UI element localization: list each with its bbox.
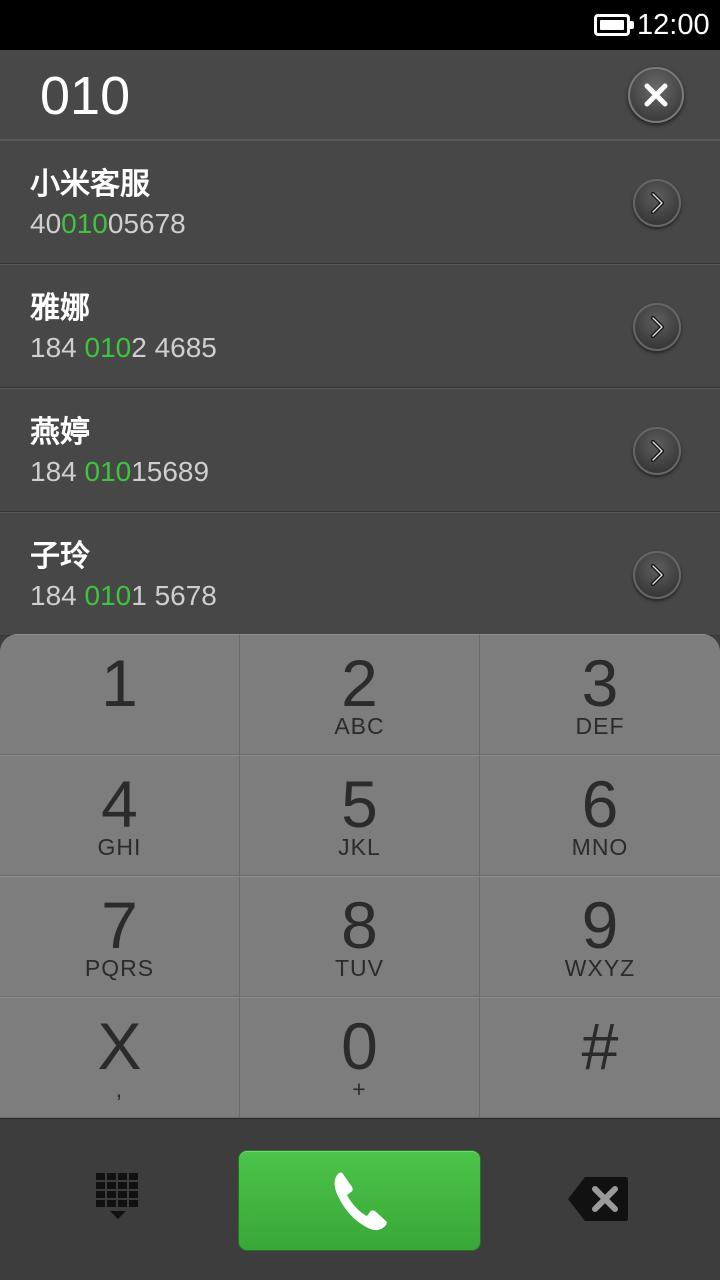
dial-input-bar: 010 — [0, 50, 720, 140]
key-3[interactable]: 3 DEF — [480, 634, 720, 755]
key-2[interactable]: 2 ABC — [240, 634, 480, 755]
call-button[interactable] — [238, 1150, 481, 1251]
status-time: 12:00 — [637, 9, 710, 41]
matched-digits: 010 — [84, 332, 132, 363]
key-0[interactable]: 0 + — [240, 997, 480, 1118]
dialer-action-bar — [0, 1118, 720, 1280]
contact-detail-button[interactable] — [633, 179, 681, 227]
contact-row[interactable]: 子玲 184 0101 5678 — [0, 512, 720, 636]
matched-digits: 010 — [61, 208, 108, 239]
backspace-button[interactable] — [565, 1174, 631, 1224]
key-x[interactable]: X , — [0, 997, 240, 1118]
matching-contacts-list: 小米客服 4001005678 雅娜 184 0102 4685 燕婷 184 … — [0, 140, 720, 636]
key-9[interactable]: 9 WXYZ — [480, 876, 720, 997]
contact-name: 雅娜 — [30, 292, 90, 325]
key-6[interactable]: 6 MNO — [480, 755, 720, 876]
chevron-right-icon — [651, 440, 664, 462]
key-8[interactable]: 8 TUV — [240, 876, 480, 997]
contact-number: 184 0102 4685 — [30, 332, 217, 363]
keypad-toggle-button[interactable] — [86, 1169, 150, 1233]
contact-detail-button[interactable] — [633, 427, 681, 475]
dialpad-grid-icon — [96, 1173, 138, 1219]
contact-detail-button[interactable] — [633, 303, 681, 351]
key-7[interactable]: 7 PQRS — [0, 876, 240, 997]
dialed-number-field[interactable]: 010 — [40, 66, 130, 126]
contact-number: 184 01015689 — [30, 456, 210, 487]
key-hash[interactable]: # — [480, 997, 720, 1118]
chevron-right-icon — [651, 192, 664, 214]
contact-detail-button[interactable] — [633, 551, 681, 599]
contact-row[interactable]: 燕婷 184 01015689 — [0, 388, 720, 512]
key-1[interactable]: 1 — [0, 634, 240, 755]
chevron-right-icon — [651, 564, 664, 586]
contact-name: 燕婷 — [30, 416, 90, 449]
backspace-icon — [568, 1177, 628, 1221]
clear-x-icon — [644, 83, 668, 107]
battery-full-icon — [594, 14, 634, 36]
contact-row[interactable]: 雅娜 184 0102 4685 — [0, 264, 720, 388]
dial-keypad: 1 2 ABC 3 DEF 4 GHI 5 JKL 6 MNO 7 PQRS 8… — [0, 634, 720, 1118]
chevron-right-icon — [651, 316, 664, 338]
key-5[interactable]: 5 JKL — [240, 755, 480, 876]
contact-number: 184 0101 5678 — [30, 580, 217, 611]
status-bar: 12:00 — [0, 0, 720, 50]
matched-digits: 010 — [84, 456, 132, 487]
phone-handset-icon — [334, 1172, 387, 1231]
contact-name: 小米客服 — [30, 168, 150, 201]
contact-name: 子玲 — [30, 540, 90, 573]
contact-row[interactable]: 小米客服 4001005678 — [0, 140, 720, 264]
key-4[interactable]: 4 GHI — [0, 755, 240, 876]
clear-button[interactable] — [628, 67, 684, 123]
contact-number: 4001005678 — [30, 208, 186, 239]
matched-digits: 010 — [84, 580, 132, 611]
